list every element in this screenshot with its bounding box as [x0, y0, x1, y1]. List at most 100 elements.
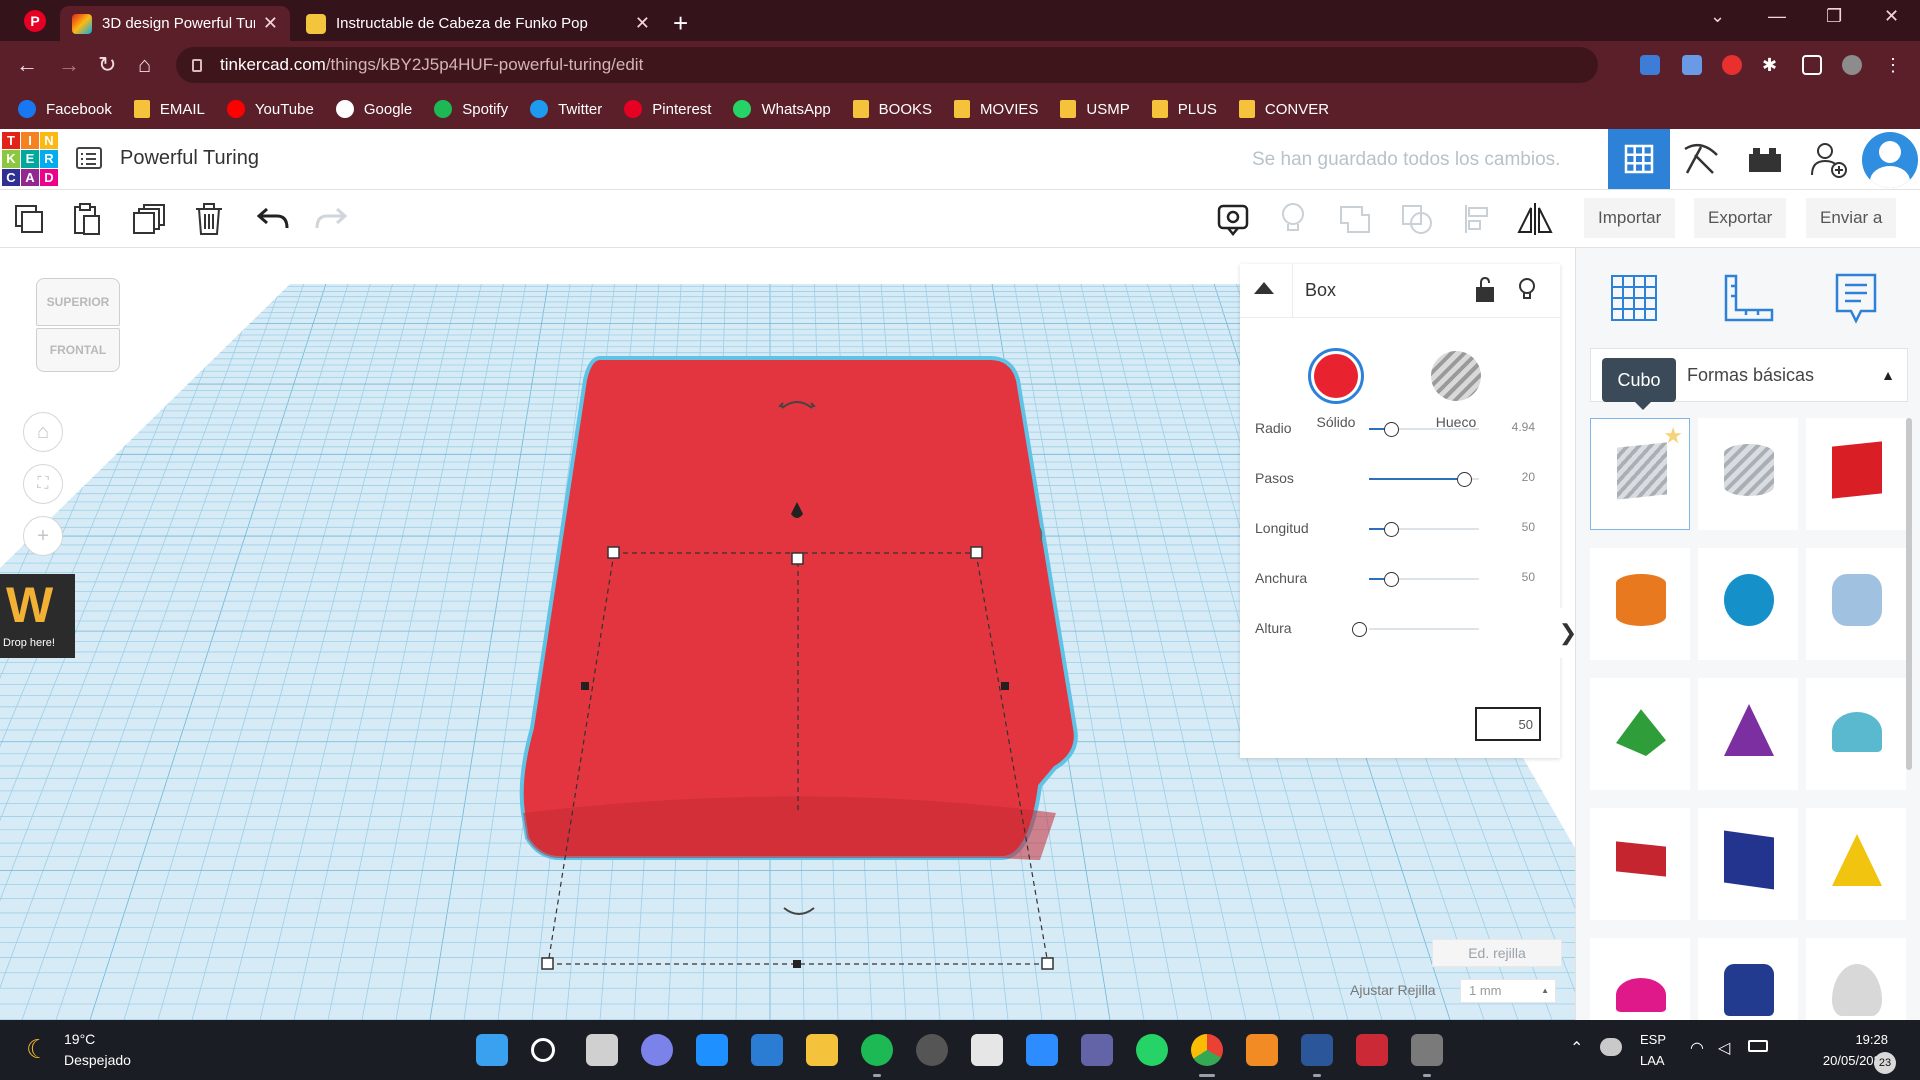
store-taskbar-icon[interactable]	[751, 1034, 783, 1066]
keyboard-layout-indicator[interactable]: LAA	[1640, 1053, 1665, 1068]
address-bar[interactable]: tinkercad.com/things/kBY2J5p4HUF-powerfu…	[176, 47, 1598, 83]
bookmark-whatsapp[interactable]: WhatsApp	[733, 100, 831, 118]
notes-tool-button[interactable]	[1826, 268, 1886, 328]
shape-half-sphere-icon[interactable]	[1590, 938, 1690, 1024]
tinkercad-logo[interactable]: TIN KER CAD	[2, 132, 58, 186]
zoom-taskbar-icon[interactable]	[1026, 1034, 1058, 1066]
bookmark-books[interactable]: BOOKS	[852, 100, 932, 118]
file-explorer-taskbar-icon[interactable]	[806, 1034, 838, 1066]
workplane-tool-button[interactable]	[1604, 268, 1664, 328]
shape-sphere-icon[interactable]	[1698, 548, 1798, 660]
tab-tinkercad[interactable]: 3D design Powerful Turing | Tinkercad ✕	[60, 6, 290, 41]
bookmark-youtube[interactable]: YouTube	[226, 100, 314, 118]
battery-icon[interactable]	[1748, 1040, 1768, 1052]
solid-swatch[interactable]	[1308, 348, 1364, 404]
mail-taskbar-icon[interactable]	[696, 1034, 728, 1066]
restore-icon[interactable]: ❐	[1826, 6, 1842, 27]
slider-knob[interactable]	[1457, 472, 1472, 487]
adblock-extension-icon[interactable]	[1722, 55, 1742, 75]
design-title[interactable]: Powerful Turing	[120, 147, 259, 170]
chat-taskbar-icon[interactable]	[641, 1034, 673, 1066]
blocks-view-button[interactable]	[1670, 129, 1732, 189]
notes-button[interactable]	[1214, 200, 1252, 238]
align-button[interactable]	[1458, 200, 1496, 238]
docs-extension-icon[interactable]	[1682, 55, 1702, 75]
resize-handle[interactable]	[1041, 957, 1054, 970]
user-avatar[interactable]	[1862, 132, 1918, 188]
resize-handle[interactable]	[970, 546, 983, 559]
translate-extension-icon[interactable]	[1640, 55, 1660, 75]
unlock-icon[interactable]	[1474, 276, 1496, 304]
bookmark-conver[interactable]: CONVER	[1238, 100, 1329, 118]
bookmark-usmp[interactable]: USMP	[1060, 100, 1130, 118]
bookmark-email[interactable]: EMAIL	[133, 100, 205, 118]
shape-pyramid-icon[interactable]	[1806, 808, 1906, 920]
chrome-taskbar-icon[interactable]	[1191, 1034, 1223, 1066]
moon-weather-icon[interactable]: ☾	[26, 1034, 49, 1065]
search-taskbar-icon[interactable]	[531, 1038, 555, 1062]
copy-button[interactable]	[10, 200, 48, 238]
shape-cylinder-icon[interactable]	[1590, 548, 1690, 660]
reload-icon[interactable]: ↻	[98, 52, 116, 78]
bookmark-google[interactable]: Google	[335, 100, 412, 118]
bookmark-spotify[interactable]: Spotify	[434, 100, 508, 118]
bricks-view-button[interactable]	[1734, 129, 1796, 189]
task-view-taskbar-icon[interactable]	[586, 1034, 618, 1066]
delete-button[interactable]	[190, 200, 228, 238]
shape-polygon-icon[interactable]	[1698, 938, 1798, 1024]
tab-search-icon[interactable]: ⌄	[1710, 6, 1725, 27]
fusion-taskbar-icon[interactable]	[1246, 1034, 1278, 1066]
shape-cube-striped-icon[interactable]: ★	[1590, 418, 1690, 530]
duplicate-button[interactable]	[130, 200, 168, 238]
tab-instructables[interactable]: Instructable de Cabeza de Funko Pop ✕	[294, 6, 662, 41]
resize-handle[interactable]	[1001, 682, 1009, 690]
view-cube-front[interactable]: FRONTAL	[36, 328, 120, 372]
side-panel-icon[interactable]	[1802, 55, 1822, 75]
favorite-star-icon[interactable]: ★	[1663, 423, 1683, 449]
ruler-tool-button[interactable]	[1718, 268, 1778, 328]
resize-handle[interactable]	[581, 682, 589, 690]
collapse-inspector-icon[interactable]	[1254, 282, 1274, 294]
hole-swatch[interactable]	[1431, 351, 1481, 401]
send-to-button[interactable]: Enviar a	[1806, 198, 1897, 238]
show-all-button[interactable]	[1274, 200, 1312, 238]
wordpad-taskbar-icon[interactable]	[971, 1034, 1003, 1066]
bookmark-plus[interactable]: PLUS	[1151, 100, 1217, 118]
3d-view-button[interactable]	[1608, 129, 1670, 189]
weather-condition[interactable]: Despejado	[64, 1052, 131, 1068]
shape-paraboloid-icon[interactable]	[1806, 938, 1906, 1024]
slider-knob[interactable]	[1384, 572, 1400, 587]
shape-box-hole-icon[interactable]	[1698, 808, 1798, 920]
view-cube-top[interactable]: SUPERIOR	[36, 278, 120, 326]
home-icon[interactable]: ⌂	[138, 52, 151, 78]
whatsapp-taskbar-icon[interactable]	[1136, 1034, 1168, 1066]
word-taskbar-icon[interactable]	[1301, 1034, 1333, 1066]
profile-avatar-icon[interactable]	[1842, 55, 1862, 75]
zotero-taskbar-icon[interactable]	[1356, 1034, 1388, 1066]
resize-handle[interactable]	[791, 552, 804, 565]
slider-knob[interactable]	[1384, 522, 1400, 537]
bookmark-pinterest[interactable]: Pinterest	[624, 100, 711, 118]
lightbulb-icon[interactable]	[1516, 276, 1538, 304]
calculator-taskbar-icon[interactable]	[1411, 1034, 1443, 1066]
shape-cylinder-striped-icon[interactable]	[1698, 418, 1798, 530]
more-menu-icon[interactable]: ⋮	[1884, 55, 1904, 75]
obs-taskbar-icon[interactable]	[916, 1034, 948, 1066]
extensions-puzzle-icon[interactable]: ✱	[1762, 55, 1782, 75]
pinterest-pinned-tab-icon[interactable]: P	[24, 10, 46, 32]
resize-handle[interactable]	[607, 546, 620, 559]
close-tab-icon[interactable]: ✕	[635, 13, 650, 34]
edit-grid-button[interactable]: Ed. rejilla	[1432, 939, 1562, 967]
shapes-scrollbar[interactable]	[1906, 418, 1912, 770]
home-view-icon[interactable]: ⌂	[23, 412, 63, 452]
drop-extension-widget[interactable]: W Drop here!	[0, 574, 75, 658]
redo-button[interactable]	[312, 200, 350, 238]
close-window-icon[interactable]: ✕	[1884, 6, 1899, 27]
shape-scribble-icon[interactable]	[1806, 548, 1906, 660]
collapse-panel-icon[interactable]: ❯	[1559, 608, 1577, 658]
shape-cone-icon[interactable]	[1698, 678, 1798, 790]
shape-roof-icon[interactable]	[1590, 678, 1690, 790]
bookmark-twitter[interactable]: Twitter	[530, 100, 602, 118]
import-button[interactable]: Importar	[1584, 198, 1676, 238]
bookmark-facebook[interactable]: Facebook	[18, 100, 112, 118]
